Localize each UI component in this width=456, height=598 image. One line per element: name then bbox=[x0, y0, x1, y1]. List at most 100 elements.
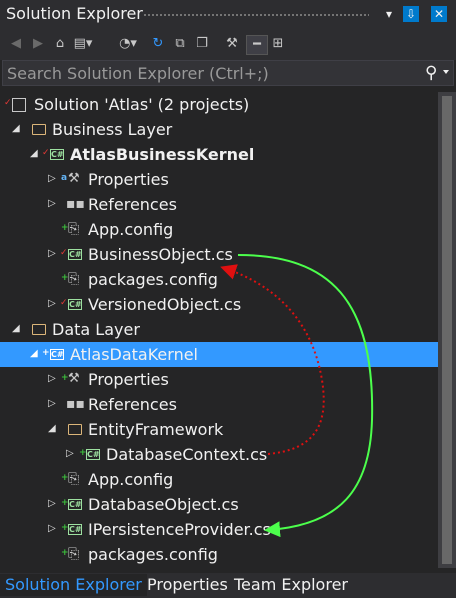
collapsed-arrow-icon[interactable]: ▷ bbox=[48, 524, 58, 534]
expanded-arrow-icon[interactable]: ◢ bbox=[12, 324, 22, 334]
folder-icon bbox=[32, 124, 46, 135]
references-icon: ▪▪ bbox=[66, 396, 85, 412]
config-file-icon: ⎘ bbox=[68, 221, 80, 237]
tree-item-entity-framework[interactable]: ◢ EntityFramework bbox=[0, 417, 438, 442]
lock-icon: a bbox=[61, 173, 68, 183]
collapsed-arrow-icon[interactable]: ▷ bbox=[48, 374, 58, 384]
tree-item-solution[interactable]: ✓ Solution 'Atlas' (2 projects) bbox=[0, 92, 438, 117]
csharp-file-icon: C# bbox=[86, 449, 100, 460]
tree-item-label: packages.config bbox=[88, 545, 218, 564]
tree-item-label: AtlasBusinessKernel bbox=[70, 145, 255, 164]
config-file-icon: ⎘ bbox=[68, 471, 80, 487]
tree-item-packages-config[interactable]: + ⎘ packages.config bbox=[0, 267, 438, 292]
tree-item-app-config[interactable]: + ⎘ App.config bbox=[0, 467, 438, 492]
tree-item-label: Properties bbox=[88, 170, 169, 189]
folder-icon bbox=[68, 424, 82, 435]
wrench-icon: ⚒ bbox=[68, 371, 80, 386]
tree-item-business-object-cs[interactable]: ▷ ✓ C# BusinessObject.cs bbox=[0, 242, 438, 267]
solutions-views-icon[interactable]: ▤▾ bbox=[72, 35, 94, 53]
csharp-project-icon: C# bbox=[50, 149, 64, 160]
expanded-arrow-icon[interactable]: ◢ bbox=[48, 424, 58, 434]
scrollbar-thumb[interactable] bbox=[442, 96, 452, 564]
window-title: Solution Explorer bbox=[6, 4, 143, 23]
title-bar: Solution Explorer ▾ ⇩ ✕ bbox=[0, 0, 456, 28]
tree-item-label: VersionedObject.cs bbox=[88, 295, 242, 314]
csharp-file-icon: C# bbox=[68, 249, 82, 260]
tree-item-atlas-business-kernel[interactable]: ◢ ✓ C# AtlasBusinessKernel bbox=[0, 142, 438, 167]
config-file-icon: ⎘ bbox=[68, 546, 80, 562]
tree-item-label: Solution 'Atlas' (2 projects) bbox=[34, 95, 250, 114]
expanded-arrow-icon[interactable]: ◢ bbox=[12, 124, 22, 134]
tree-item-label: App.config bbox=[88, 220, 174, 239]
tree-item-database-context-cs[interactable]: ▷ + C# DatabaseContext.cs bbox=[0, 442, 438, 467]
tree-item-label: Properties bbox=[88, 370, 169, 389]
checked-out-icon: ✓ bbox=[42, 148, 50, 158]
tab-solution-explorer[interactable]: Solution Explorer bbox=[0, 574, 147, 596]
csharp-project-icon: C# bbox=[50, 349, 64, 360]
tree-item-versioned-object-cs[interactable]: ▷ ✓ C# VersionedObject.cs bbox=[0, 292, 438, 317]
tree-item-label: BusinessObject.cs bbox=[88, 245, 233, 264]
tree-item-label: packages.config bbox=[88, 270, 218, 289]
tree-item-label: DatabaseObject.cs bbox=[88, 495, 239, 514]
tree-item-references[interactable]: ▷ ▪▪ References bbox=[0, 392, 438, 417]
tree-item-atlas-data-kernel[interactable]: ◢ + C# AtlasDataKernel bbox=[0, 342, 438, 367]
tree-item-business-layer[interactable]: ◢ Business Layer bbox=[0, 117, 438, 142]
config-file-icon: ⎘ bbox=[68, 271, 80, 287]
expanded-arrow-icon[interactable]: ◢ bbox=[30, 349, 40, 359]
csharp-file-icon: C# bbox=[68, 524, 82, 535]
csharp-file-icon: C# bbox=[68, 299, 82, 310]
title-bar-grip[interactable] bbox=[143, 13, 369, 17]
show-all-files-icon[interactable]: ❐ bbox=[194, 35, 210, 53]
preview-icon[interactable]: ━ bbox=[246, 35, 268, 55]
tree-item-properties[interactable]: ▷ a ⚒ Properties bbox=[0, 167, 438, 192]
tree-item-packages-config[interactable]: + ⎘ packages.config bbox=[0, 542, 438, 567]
tree-item-data-layer[interactable]: ◢ Data Layer bbox=[0, 317, 438, 342]
tree-item-properties[interactable]: ▷ + ⚒ Properties bbox=[0, 367, 438, 392]
tree-item-app-config[interactable]: + ⎘ App.config bbox=[0, 217, 438, 242]
collapsed-arrow-icon[interactable]: ▷ bbox=[66, 449, 76, 459]
expanded-arrow-icon[interactable]: ◢ bbox=[30, 149, 40, 159]
collapsed-arrow-icon[interactable]: ▷ bbox=[48, 399, 58, 409]
tree-item-database-object-cs[interactable]: ▷ + C# DatabaseObject.cs bbox=[0, 492, 438, 517]
references-icon: ▪▪ bbox=[66, 196, 85, 212]
tree-item-label: References bbox=[88, 395, 177, 414]
tree-item-label: References bbox=[88, 195, 177, 214]
class-view-icon[interactable]: ⊞ bbox=[270, 35, 286, 53]
collapsed-arrow-icon[interactable]: ▷ bbox=[48, 199, 58, 209]
collapsed-arrow-icon[interactable]: ▷ bbox=[48, 174, 58, 184]
home-icon[interactable]: ⌂ bbox=[52, 35, 68, 53]
tree-item-label: AtlasDataKernel bbox=[70, 345, 198, 364]
search-input[interactable] bbox=[3, 61, 413, 85]
close-icon[interactable]: ✕ bbox=[431, 6, 447, 22]
tab-properties[interactable]: Properties bbox=[142, 574, 233, 596]
csharp-file-icon: C# bbox=[68, 499, 82, 510]
tree-item-label: EntityFramework bbox=[88, 420, 224, 439]
wrench-icon: ⚒ bbox=[68, 171, 80, 186]
bottom-tab-strip: Solution Explorer Properties Team Explor… bbox=[0, 573, 456, 598]
checked-out-icon: ✓ bbox=[60, 298, 68, 308]
pin-icon[interactable]: ⇩ bbox=[403, 6, 419, 22]
forward-icon[interactable]: ▶ bbox=[30, 35, 46, 53]
search-options-chevron-icon[interactable] bbox=[443, 70, 449, 74]
solution-tree: ✓ Solution 'Atlas' (2 projects) ◢ Busine… bbox=[0, 92, 438, 568]
collapsed-arrow-icon[interactable]: ▷ bbox=[48, 299, 58, 309]
tree-item-references[interactable]: ▷ ▪▪ References bbox=[0, 192, 438, 217]
vertical-scrollbar[interactable] bbox=[438, 92, 456, 568]
back-icon[interactable]: ◀ bbox=[8, 35, 24, 53]
sync-icon[interactable]: ↻ bbox=[150, 35, 166, 53]
tab-team-explorer[interactable]: Team Explorer bbox=[229, 574, 353, 596]
window-menu-icon[interactable]: ▾ bbox=[381, 6, 397, 22]
collapsed-arrow-icon[interactable]: ▷ bbox=[48, 499, 58, 509]
tree-item-label: IPersistenceProvider.cs bbox=[88, 520, 271, 539]
search-icon[interactable]: ⚲ bbox=[425, 63, 437, 83]
folder-icon bbox=[32, 324, 46, 335]
checked-out-icon: ✓ bbox=[4, 98, 12, 108]
tree-item-label: App.config bbox=[88, 470, 174, 489]
tree-item-ipersistence-provider-cs[interactable]: ▷ + C# IPersistenceProvider.cs bbox=[0, 517, 438, 542]
collapsed-arrow-icon[interactable]: ▷ bbox=[48, 249, 58, 259]
tree-item-label: Data Layer bbox=[52, 320, 140, 339]
properties-icon[interactable]: ⚒ bbox=[224, 35, 240, 53]
pending-changes-filter-icon[interactable]: ◔▾ bbox=[116, 35, 140, 53]
collapse-all-icon[interactable]: ⧉ bbox=[172, 35, 188, 53]
tree-item-label: Business Layer bbox=[52, 120, 173, 139]
